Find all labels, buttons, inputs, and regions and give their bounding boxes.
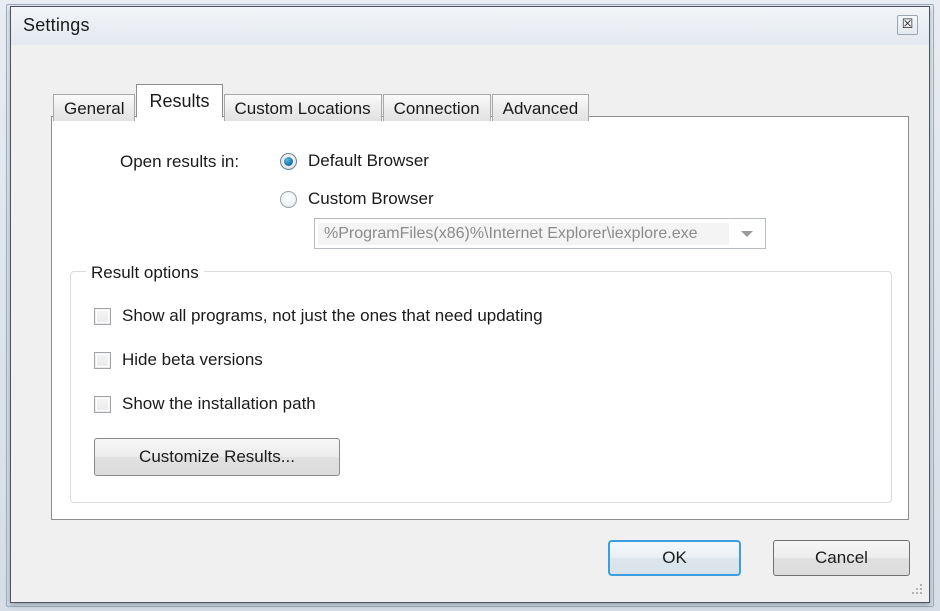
title-bar[interactable]: Settings ☒ [11, 7, 929, 45]
custom-browser-combobox-value: %ProgramFiles(x86)%\Internet Explorer\ie… [318, 222, 729, 245]
results-tab-panel: Open results in: Default Browser Custom … [51, 116, 909, 520]
checkbox-show-all-programs[interactable]: Show all programs, not just the ones tha… [94, 306, 543, 326]
checkbox-hide-beta-versions-label: Hide beta versions [122, 350, 263, 369]
radio-default-browser-label: Default Browser [308, 151, 429, 170]
window-glass-frame: Settings ☒ General Results Custom Locati… [0, 0, 940, 611]
tab-strip: General Results Custom Locations Connect… [53, 83, 590, 121]
ok-button[interactable]: OK [608, 540, 741, 576]
radio-custom-browser[interactable]: Custom Browser [280, 189, 434, 209]
radio-dot-icon [284, 156, 293, 166]
checkbox-show-installation-path-label: Show the installation path [122, 394, 316, 413]
checkbox-show-installation-path-box [94, 395, 111, 413]
result-options-legend: Result options [86, 263, 204, 283]
radio-default-browser-indicator [280, 152, 297, 170]
checkbox-hide-beta-versions[interactable]: Hide beta versions [94, 350, 263, 370]
custom-browser-combobox[interactable]: %ProgramFiles(x86)%\Internet Explorer\ie… [314, 218, 766, 249]
tab-custom-locations[interactable]: Custom Locations [223, 94, 382, 121]
settings-dialog: Settings ☒ General Results Custom Locati… [10, 6, 930, 603]
radio-default-browser[interactable]: Default Browser [280, 151, 429, 171]
tab-general[interactable]: General [53, 94, 136, 121]
chevron-down-icon [741, 231, 753, 237]
window-title: Settings [23, 15, 90, 35]
tab-connection[interactable]: Connection [382, 94, 491, 121]
radio-custom-browser-indicator [280, 190, 297, 208]
tab-results[interactable]: Results [136, 84, 223, 118]
resize-grip[interactable] [910, 584, 924, 598]
close-icon: ☒ [901, 17, 914, 32]
cancel-button[interactable]: Cancel [773, 540, 910, 576]
radio-custom-browser-label: Custom Browser [308, 189, 434, 208]
custom-browser-combobox-arrow[interactable] [729, 219, 765, 248]
customize-results-button[interactable]: Customize Results... [94, 438, 340, 476]
tab-advanced[interactable]: Advanced [491, 94, 590, 121]
checkbox-show-all-programs-label: Show all programs, not just the ones tha… [122, 306, 543, 325]
close-button[interactable]: ☒ [897, 15, 918, 35]
checkbox-show-all-programs-box [94, 307, 111, 325]
open-results-label: Open results in: [120, 152, 240, 171]
checkbox-show-installation-path[interactable]: Show the installation path [94, 394, 316, 414]
checkbox-hide-beta-versions-box [94, 351, 111, 369]
